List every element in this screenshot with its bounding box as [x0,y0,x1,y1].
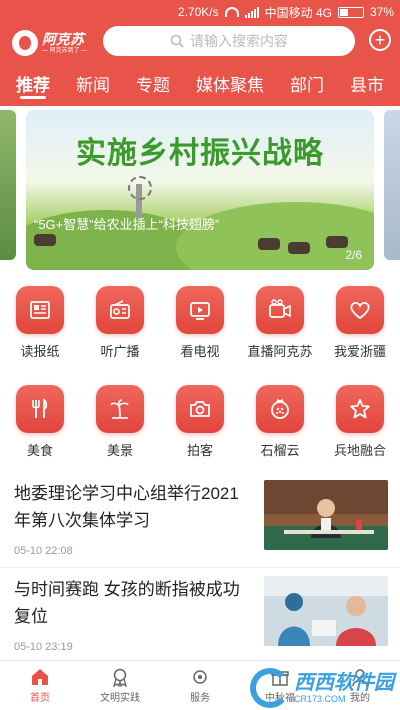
grid-item-photographer[interactable]: 拍客 [160,385,240,459]
watermark-logo-icon [250,668,290,708]
grid-item-live[interactable]: 直播阿克苏 [240,286,320,360]
hospital-photo [264,576,388,646]
tab-departments[interactable]: 部门 [290,60,324,106]
grid-label: 直播阿克苏 [247,344,313,359]
nav-label: 服务 [190,693,210,704]
signal-icon [244,6,259,18]
newspaper-icon [30,301,50,319]
news-time: 05-10 23:19 [14,641,73,653]
watermark: 西西软件园 CR173.COM [250,668,394,708]
search-icon [170,34,184,48]
feature-grid-row-2: 美食 美景 拍客 石榴云 兵地融合 [0,385,400,459]
grid-label: 石榴云 [260,443,300,458]
grid-label: 听广播 [100,344,140,359]
windmill-illustration [128,176,152,218]
grid-item-scenery[interactable]: 美景 [80,385,160,459]
video-camera-icon [269,299,291,318]
banner-title: 实施乡村振兴战略 [76,137,324,170]
tab-media-focus[interactable]: 媒体聚焦 [196,60,264,106]
nav-label: 文明实践 [100,693,140,704]
news-thumbnail [264,576,388,646]
grid-item-tv[interactable]: 看电视 [160,286,240,360]
search-input[interactable]: 请输入搜索内容 [103,26,355,56]
wifi-icon [224,7,239,17]
camera-icon [190,401,210,417]
battery-icon [337,6,364,18]
cow-illustration [258,238,280,250]
news-time: 05-10 22:08 [14,545,73,557]
news-thumbnail [264,480,388,550]
app-logo[interactable]: 阿克苏 — 阿克苏到了 — [12,28,92,58]
grid-item-food[interactable]: 美食 [0,385,80,459]
banner-slide[interactable]: 实施乡村振兴战略 “5G+智慧”给农业插上“科技翅膀” 2/6 [26,110,374,270]
tab-news[interactable]: 新闻 [76,60,110,106]
tv-icon [190,302,210,320]
banner-caption: “5G+智慧”给农业插上“科技翅膀” [34,217,220,232]
radio-icon [110,300,130,319]
banner-page-indicator: 2/6 [345,248,362,262]
nav-label: 首页 [30,693,50,704]
grid-label: 看电视 [180,344,220,359]
grid-item-radio[interactable]: 听广播 [80,286,160,360]
logo-mark-icon [12,30,38,56]
cow-illustration [288,242,310,254]
plus-icon[interactable]: + [369,29,391,51]
grid-label: 兵地融合 [333,443,386,458]
tab-topics[interactable]: 专题 [136,60,170,106]
nav-service[interactable]: 服务 [160,661,240,710]
heart-icon [350,301,370,320]
grid-label: 我爱浙疆 [333,344,386,359]
watermark-text: 西西软件园 [294,671,394,694]
category-tabs: 推荐 新闻 专题 媒体聚焦 部门 县市 [0,60,400,106]
network-speed: 2.70K/s [177,5,219,19]
palm-tree-icon [110,399,129,419]
cow-illustration [326,236,348,248]
banner-next-slide[interactable] [384,110,400,260]
banner-prev-slide[interactable] [0,110,16,260]
battery-percent: 37% [369,5,394,19]
tab-recommend[interactable]: 推荐 [16,60,50,106]
meeting-photo [264,480,388,550]
carrier-label: 中国移动 4G [264,5,332,20]
grid-label: 拍客 [186,443,213,458]
cow-illustration [34,234,56,246]
feature-grid-row-1: 读报纸 听广播 看电视 直播阿克苏 我爱浙疆 [0,286,400,360]
grid-item-newspaper[interactable]: 读报纸 [0,286,80,360]
fork-knife-icon [32,398,48,418]
service-icon [193,670,207,684]
grid-label: 美食 [26,443,53,458]
star-icon [350,399,370,419]
watermark-subtext: CR173.COM [294,693,346,704]
home-icon [32,669,48,685]
app-header: 阿克苏 — 阿克苏到了 — 请输入搜索内容 + [0,24,400,60]
grid-label: 读报纸 [20,344,60,359]
grid-label: 美景 [106,443,133,458]
nav-home[interactable]: 首页 [0,661,80,710]
banner-carousel[interactable]: 实施乡村振兴战略 “5G+智慧”给农业插上“科技翅膀” 2/6 [0,110,400,272]
status-bar: 2.70K/s 中国移动 4G 37% [0,0,400,24]
news-title: 地委理论学习中心组举行2021年第八次集体学习 [14,484,239,530]
grid-item-love[interactable]: 我爱浙疆 [320,286,400,360]
tab-counties[interactable]: 县市 [350,60,384,106]
grid-item-integration[interactable]: 兵地融合 [320,385,400,459]
search-placeholder: 请输入搜索内容 [190,33,288,49]
news-title: 与时间赛跑 女孩的断指被成功复位 [14,580,240,626]
pomegranate-icon [271,398,289,419]
logo-name: 阿克苏 [42,31,84,47]
grid-item-pomegranate-cloud[interactable]: 石榴云 [240,385,320,459]
medal-icon [113,668,127,687]
nav-civilization[interactable]: 文明实践 [80,661,160,710]
logo-slogan: — 阿克苏到了 — [42,48,88,54]
news-item[interactable]: 与时间赛跑 女孩的断指被成功复位 05-10 23:19 [0,568,400,664]
news-item[interactable]: 地委理论学习中心组举行2021年第八次集体学习 05-10 22:08 [0,472,400,568]
